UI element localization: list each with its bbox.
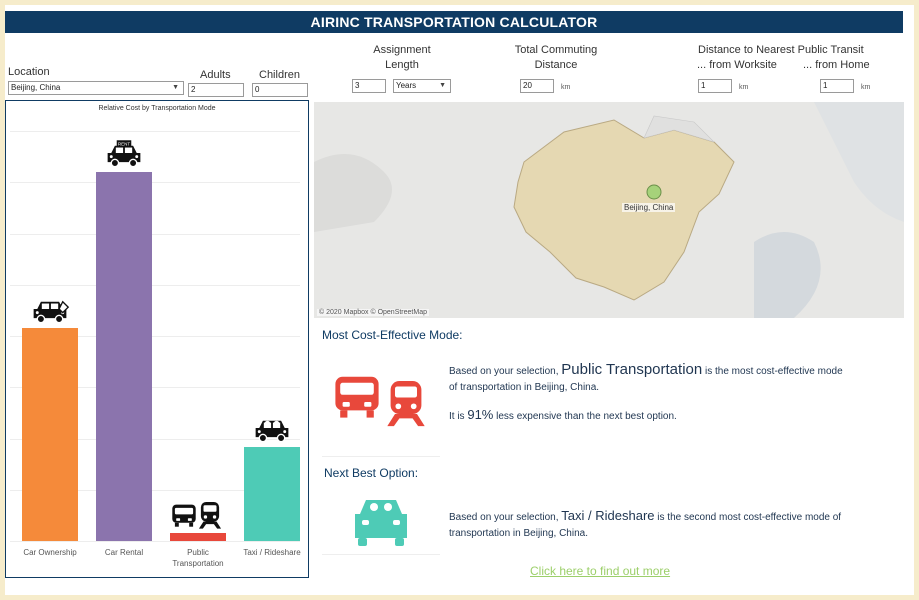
assignment-unit-select[interactable]: Years ▼ (393, 79, 451, 93)
assignment-length-input[interactable]: 3 (352, 79, 386, 93)
transit-distance-label: Distance to Nearest Public Transit (698, 44, 864, 56)
relative-cost-chart: Relative Cost by Transportation Mode Car… (5, 100, 309, 578)
taxi-icon (355, 500, 407, 546)
location-label: Location (8, 66, 50, 78)
bar-0[interactable] (22, 327, 78, 541)
adults-label: Adults (200, 69, 231, 81)
next-mode-name: Taxi / Rideshare (561, 508, 655, 523)
rent-car-icon: RENT (106, 140, 142, 168)
category-label: Car Rental (104, 548, 144, 557)
commuting-distance-input[interactable]: 20 (520, 79, 554, 93)
most-line2: of transportation in Beijing, China. (449, 382, 600, 393)
find-out-more-link[interactable]: Click here to find out more (530, 564, 670, 578)
commuting-distance-label: Total Commuting Distance (498, 43, 614, 73)
dropdown-arrow-icon: ▼ (172, 84, 179, 91)
next-line2: transportation in Beijing, China. (449, 528, 588, 539)
next-best-description: Based on your selection, Taxi / Rideshar… (449, 508, 909, 542)
category-label: Taxi / Rideshare (243, 548, 301, 557)
worksite-distance-input[interactable]: 1 (698, 79, 732, 93)
savings-description: It is 91% less expensive than the next b… (449, 407, 677, 425)
bar-2[interactable] (170, 532, 226, 541)
location-select[interactable]: Beijing, China ▼ (8, 81, 184, 95)
commute-label-line2: Distance (534, 59, 578, 71)
page-title: AIRINC TRANSPORTATION CALCULATOR (5, 11, 903, 33)
commute-unit: km (561, 84, 571, 91)
children-label: Children (259, 69, 300, 81)
home-label: ... from Home (803, 59, 870, 71)
most-cost-effective-description: Based on your selection, Public Transpor… (449, 362, 909, 396)
adults-input[interactable]: 2 (188, 83, 244, 97)
map-graphic (314, 102, 904, 318)
next-suffix: is the second most cost-effective mode o… (654, 512, 842, 523)
children-input[interactable]: 0 (252, 83, 308, 97)
next-best-heading: Next Best Option: (324, 466, 419, 480)
home-distance-input[interactable]: 1 (820, 79, 854, 93)
savings-percent: 91% (467, 407, 494, 422)
chart-gridline (10, 233, 300, 235)
section-divider (322, 456, 440, 457)
category-label: Public Transportation (172, 548, 224, 568)
car-with-tag-icon (32, 300, 70, 324)
map-credit: © 2020 Mapbox © OpenStreetMap (317, 309, 429, 316)
bus-icon (333, 372, 381, 420)
assignment-length-label: Assignment Length (350, 43, 454, 73)
assignment-label-line2: Length (385, 59, 419, 71)
commute-label-line1: Total Commuting (514, 44, 598, 56)
chart-gridline (10, 284, 300, 286)
dropdown-arrow-icon: ▼ (439, 82, 446, 89)
bar-1[interactable] (96, 172, 152, 541)
chart-gridline (10, 182, 300, 184)
chart-title: Relative Cost by Transportation Mode (98, 105, 216, 112)
most-cost-effective-heading: Most Cost-Effective Mode: (322, 328, 463, 342)
most-mode-name: Public Transportation (561, 361, 703, 378)
chart-gridline (10, 541, 300, 542)
bar-3[interactable] (244, 446, 300, 541)
bus-train-icon (172, 501, 222, 529)
location-map[interactable]: Beijing, China © 2020 Mapbox © OpenStree… (314, 102, 904, 318)
home-unit: km (861, 84, 871, 91)
taxi-passengers-icon (254, 419, 290, 443)
assignment-label-line1: Assignment (373, 44, 431, 56)
category-label: Car Ownership (23, 548, 77, 557)
pct-suffix: less expensive than the next best option… (493, 411, 677, 422)
location-value: Beijing, China (11, 83, 61, 92)
next-prefix: Based on your selection, (449, 512, 562, 523)
pct-prefix: It is (449, 411, 468, 422)
map-marker-label: Beijing, China (622, 203, 676, 212)
worksite-unit: km (739, 84, 749, 91)
svg-text:RENT: RENT (118, 142, 131, 147)
chart-gridline (10, 131, 300, 132)
section-divider (322, 554, 440, 555)
most-suffix: is the most cost-effective mode (702, 366, 843, 377)
worksite-label: ... from Worksite (697, 59, 777, 71)
most-prefix: Based on your selection, (449, 366, 562, 377)
assignment-unit-value: Years (396, 81, 417, 90)
train-icon (384, 372, 428, 434)
